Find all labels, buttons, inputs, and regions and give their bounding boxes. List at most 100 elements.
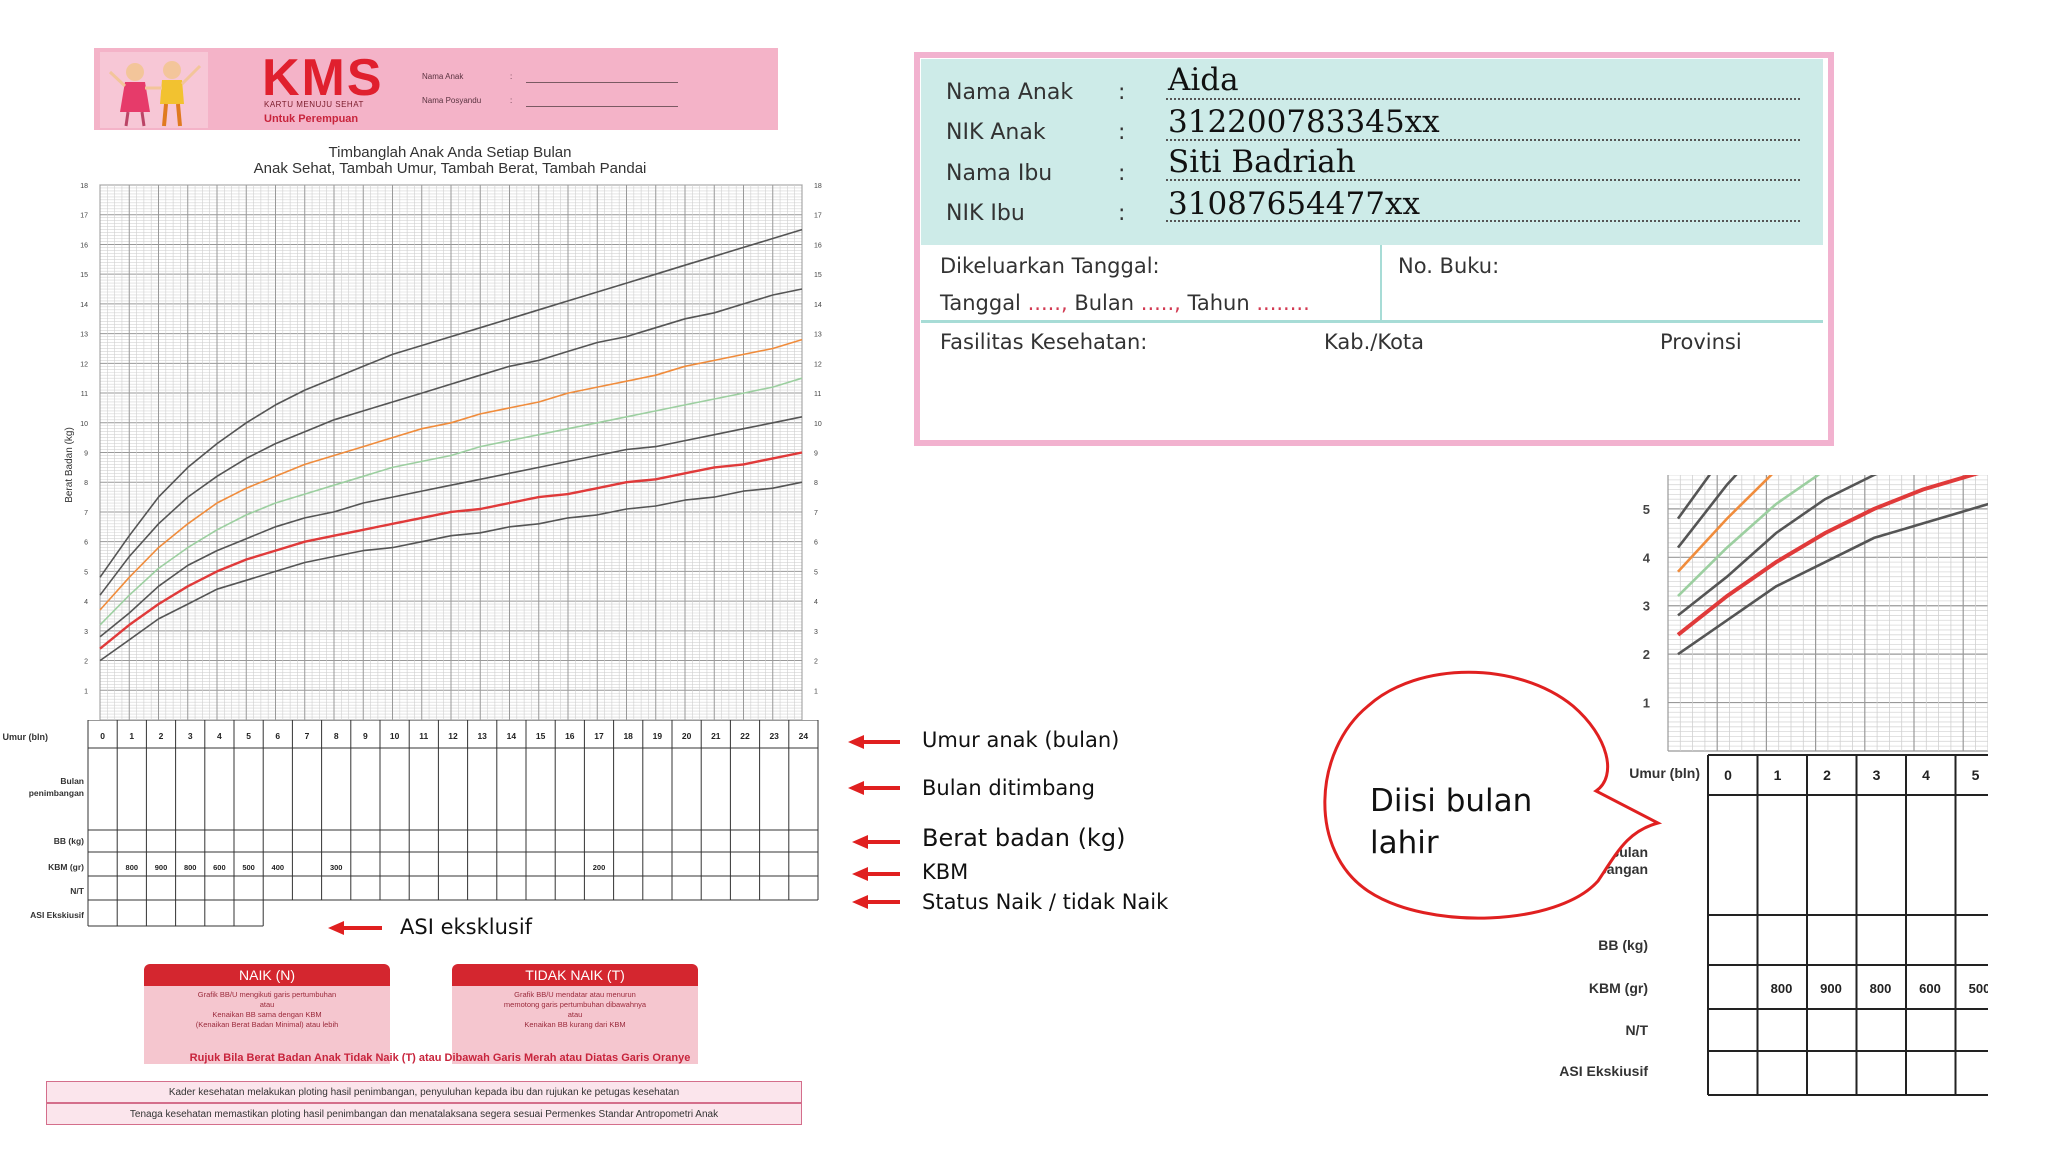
- y-tick-label-left: 9: [84, 451, 88, 458]
- month-14: 14: [507, 731, 517, 741]
- nama-posyandu-colon: :: [510, 96, 513, 105]
- y-tick-label-right: 6: [814, 540, 818, 547]
- zoom-asi-label: ASI Ekskiusif: [1559, 1063, 1648, 1079]
- tidak-text-2: memotong garis pertumbuhan dibawahnya: [503, 1000, 647, 1009]
- tidak-text-4: Kenaikan BB kurang dari KBM: [524, 1020, 626, 1029]
- zoom-nt-label: N/T: [1625, 1022, 1648, 1038]
- y-tick-label-left: 18: [80, 183, 88, 190]
- y-tick-label-left: 11: [81, 391, 88, 398]
- label-nama-ibu: Nama Ibu: [946, 161, 1053, 186]
- naik-text-2: atau: [259, 1000, 275, 1009]
- month-23: 23: [769, 731, 779, 741]
- nama-posyandu-line: [526, 106, 678, 107]
- y-tick-label-left: 8: [84, 480, 88, 487]
- tidak-text-3: atau: [567, 1010, 583, 1019]
- y-tick-label-right: 10: [814, 421, 822, 428]
- y-tick-label-left: 10: [80, 421, 88, 428]
- annotation-arrow-head: [852, 835, 868, 849]
- month-0: 0: [100, 731, 105, 741]
- callout-text-line2: lahir: [1370, 825, 1439, 861]
- row-label-bb: BB (kg): [54, 836, 84, 846]
- note-kader: Kader kesehatan melakukan ploting hasil …: [46, 1081, 802, 1103]
- y-tick-label-right: 15: [814, 272, 822, 279]
- annotation-arrow-head: [852, 895, 868, 909]
- month-13: 13: [477, 731, 487, 741]
- chart-title-line1: Timbanglah Anak Anda Setiap Bulan: [328, 144, 572, 161]
- tahun-dots: ........: [1256, 291, 1310, 315]
- y-tick-label-left: 1: [84, 688, 88, 695]
- label-nama-anak: Nama Anak: [946, 80, 1074, 105]
- y-tick-label-right: 5: [814, 569, 818, 576]
- y-tick-label-right: 13: [814, 332, 822, 339]
- month-4: 4: [217, 731, 222, 741]
- nama-posyandu-label: Nama Posyandu: [422, 96, 482, 105]
- no-buku-label: No. Buku:: [1398, 254, 1500, 278]
- tidak-naik-title: TIDAK NAIK (T): [452, 964, 698, 986]
- month-8: 8: [334, 731, 339, 741]
- month-10: 10: [390, 731, 400, 741]
- y-tick-label-right: 7: [814, 510, 818, 517]
- annotation-status: Status Naik / tidak Naik: [922, 890, 1169, 914]
- annotation-umur: Umur anak (bulan): [922, 728, 1120, 752]
- annotation-asi: ASI eksklusif: [400, 915, 533, 939]
- y-tick-label-right: 9: [814, 451, 818, 458]
- y-tick-label-left: 7: [84, 510, 88, 517]
- rujuk-warning: Rujuk Bila Berat Badan Anak Tidak Naik (…: [189, 1052, 691, 1064]
- zoom-bb-label: BB (kg): [1598, 937, 1648, 953]
- month-11: 11: [419, 731, 428, 741]
- naik-legend: NAIK (N) Grafik BB/U mengikuti garis per…: [144, 964, 390, 1064]
- tidak-text-1: Grafik BB/U mendatar atau menurun: [514, 990, 636, 999]
- y-tick-label-left: 4: [84, 599, 88, 606]
- y-tick-label-right: 12: [814, 361, 822, 368]
- provinsi-label: Provinsi: [1660, 330, 1742, 354]
- zoom-kbm-value: 800: [1771, 981, 1793, 996]
- fasilitas-label: Fasilitas Kesehatan:: [940, 330, 1148, 354]
- kbm-value: 800: [184, 863, 197, 872]
- zoom-kbm-value: 800: [1870, 981, 1892, 996]
- row-label-umur: Umur (bln): [3, 732, 49, 742]
- kms-record-table: 0 1 2 3 4 5 6 7 8 9 10 11 12 13 14 15 16 17 18 19 20 21 22 23 24…: [3, 720, 819, 927]
- chart-y-axis-label: Berat Badan (kg): [64, 427, 75, 503]
- value-nama-ibu: Siti Badriah: [1168, 144, 1356, 180]
- zoom-month-2: 2: [1823, 767, 1831, 783]
- month-15: 15: [536, 731, 546, 741]
- zoom-month-0: 0: [1724, 767, 1732, 783]
- zoom-y-tick: 4: [1643, 550, 1651, 565]
- month-6: 6: [275, 731, 280, 741]
- kbm-value: 600: [213, 863, 226, 872]
- month-1: 1: [129, 731, 134, 741]
- zoom-month-3: 3: [1873, 767, 1881, 783]
- month-19: 19: [653, 731, 663, 741]
- naik-text-4: (Kenaikan Berat Badan Minimal) atau lebi…: [195, 1020, 339, 1029]
- y-tick-label-left: 2: [84, 659, 88, 666]
- callout-text-line1: Diisi bulan: [1370, 783, 1533, 819]
- kab-kota-label: Kab./Kota: [1324, 330, 1425, 354]
- zoom-kbm-value: 900: [1820, 981, 1842, 996]
- colon-nik-anak: :: [1118, 120, 1126, 145]
- naik-text-3: Kenaikan BB sama dengan KBM: [212, 1010, 322, 1019]
- tanggal-label: Tanggal: [940, 291, 1021, 315]
- zoom-month-4: 4: [1922, 767, 1930, 783]
- nama-anak-line: [526, 82, 678, 83]
- kbm-value: 400: [272, 863, 285, 872]
- month-12: 12: [448, 731, 458, 741]
- naik-title: NAIK (N): [144, 964, 390, 986]
- zoom-month-5: 5: [1972, 767, 1980, 783]
- y-tick-label-left: 6: [84, 540, 88, 547]
- y-tick-label-left: 16: [80, 242, 88, 249]
- annotation-kbm: KBM: [922, 860, 969, 884]
- dikeluarkan-label: Dikeluarkan Tanggal:: [940, 254, 1160, 278]
- tahun-label: Tahun: [1187, 291, 1250, 315]
- zoom-y-tick: 3: [1643, 599, 1650, 614]
- y-tick-label-left: 13: [80, 332, 88, 339]
- colon-nik-ibu: :: [1118, 201, 1126, 226]
- y-tick-label-left: 17: [80, 213, 88, 220]
- month-3: 3: [188, 731, 193, 741]
- children-illustration: [100, 52, 208, 128]
- y-tick-label-left: 5: [84, 569, 88, 576]
- issue-date-line: Tanggal ....., Bulan ....., Tahun ......…: [940, 291, 1310, 315]
- y-tick-label-right: 18: [814, 183, 822, 190]
- kms-gender-label: Untuk Perempuan: [264, 113, 359, 125]
- tanggal-dots: .....,: [1027, 291, 1068, 315]
- month-24: 24: [799, 731, 809, 741]
